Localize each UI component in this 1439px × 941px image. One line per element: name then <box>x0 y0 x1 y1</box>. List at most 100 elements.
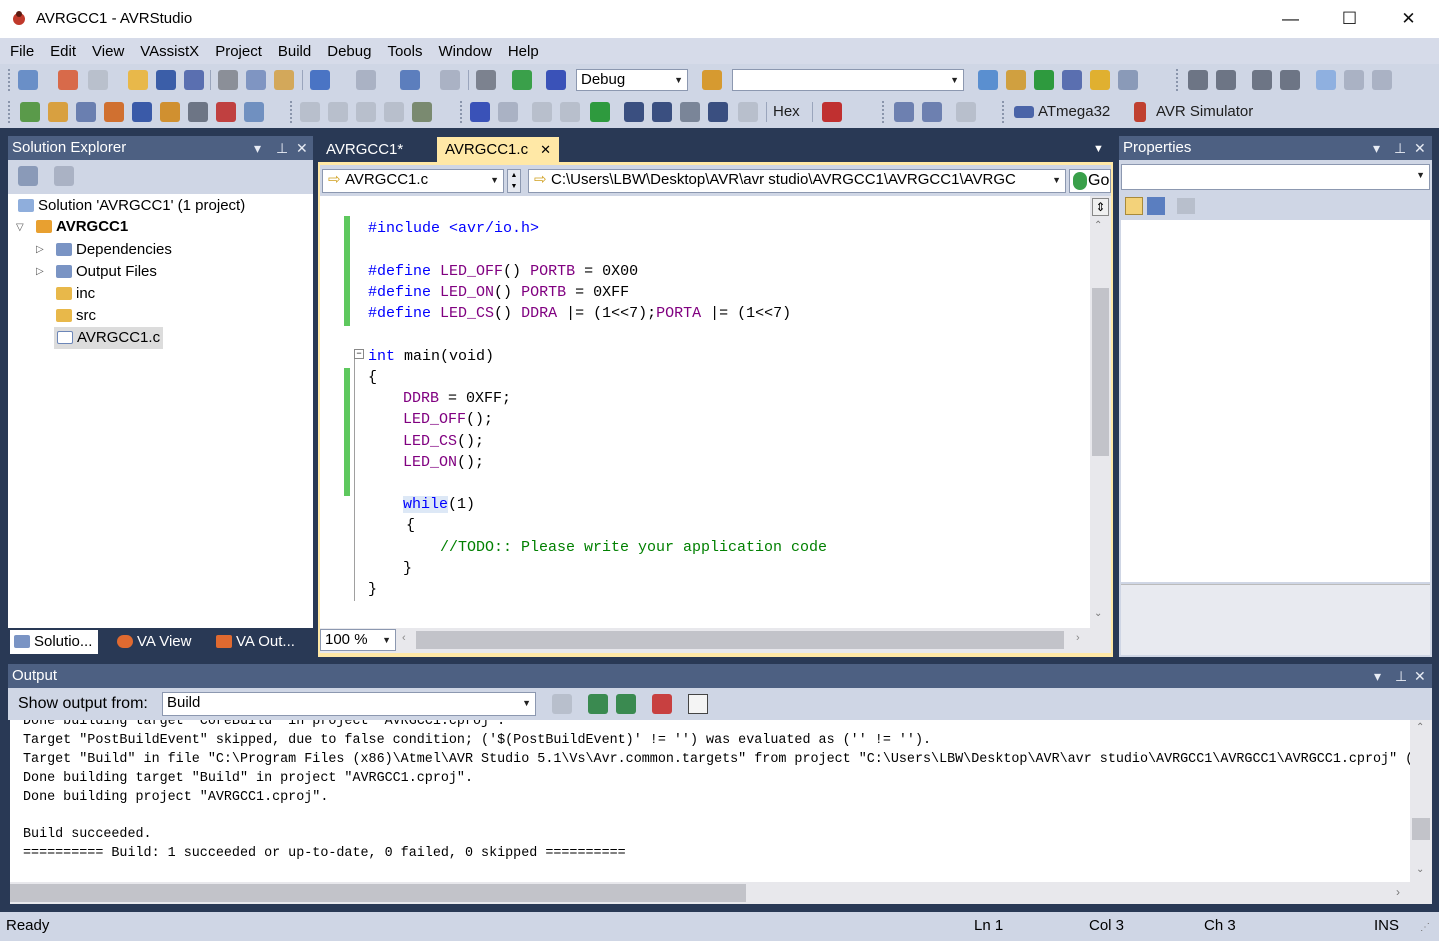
build-icon[interactable] <box>476 70 496 90</box>
dropdown-icon[interactable]: ▾ <box>1374 664 1381 688</box>
scroll-down-icon[interactable]: ⌄ <box>1094 608 1102 619</box>
restart-icon[interactable] <box>532 102 552 122</box>
properties-object-select[interactable]: ▼ <box>1121 164 1430 190</box>
close-icon[interactable]: ✕ <box>296 136 308 160</box>
close-icon[interactable]: ✕ <box>1414 664 1426 688</box>
menu-tools[interactable]: Tools <box>379 43 430 60</box>
close-window-button[interactable]: ✕ <box>1379 0 1438 38</box>
processor-view-icon[interactable] <box>894 102 914 122</box>
tool-icon[interactable] <box>104 102 124 122</box>
output-text[interactable]: Done building target "CoreBuild" in proj… <box>10 720 1410 882</box>
spell-check-icon[interactable] <box>216 102 236 122</box>
prev-message-icon[interactable] <box>588 694 608 714</box>
settings-icon[interactable] <box>76 102 96 122</box>
collapse-icon[interactable]: − <box>354 349 364 359</box>
tree-item-inc[interactable]: inc <box>56 283 95 305</box>
output-horizontal-scrollbar[interactable]: › <box>10 882 1432 904</box>
toolbar-grip[interactable] <box>1176 69 1180 91</box>
menu-project[interactable]: Project <box>207 43 270 60</box>
zoom-select[interactable]: 100 % ▼ <box>320 629 396 651</box>
expanded-arrow-icon[interactable]: ▽ <box>16 222 24 233</box>
alphabetical-icon[interactable] <box>1147 197 1165 215</box>
bookmark-icon[interactable] <box>1316 70 1336 90</box>
active-files-dropdown-icon[interactable]: ▼ <box>1093 143 1104 155</box>
menu-vassistx[interactable]: VAssistX <box>132 43 207 60</box>
uncomment-icon[interactable] <box>1280 70 1300 90</box>
scroll-up-icon[interactable]: ⌃ <box>1094 220 1102 231</box>
open-icon[interactable] <box>48 102 68 122</box>
go-button[interactable]: Go <box>1069 169 1111 193</box>
pin-icon[interactable]: ⊥ <box>1394 136 1406 160</box>
step-icon[interactable] <box>546 70 566 90</box>
minimize-button[interactable]: — <box>1261 0 1320 38</box>
start-debugging-icon[interactable] <box>512 70 532 90</box>
breakpoint-icon[interactable] <box>822 102 842 122</box>
navigate-forward-icon[interactable] <box>440 70 460 90</box>
comment-icon[interactable] <box>1252 70 1272 90</box>
tree-item-dependencies[interactable]: Dependencies <box>56 239 172 261</box>
collapsed-arrow-icon[interactable]: ▷ <box>36 244 44 255</box>
tab-va-outline[interactable]: VA Out... <box>212 630 301 654</box>
horizontal-scrollbar-thumb[interactable] <box>416 631 1064 649</box>
add-item-icon[interactable] <box>58 70 78 90</box>
list-icon[interactable] <box>244 102 264 122</box>
maximize-button[interactable]: ☐ <box>1320 0 1379 38</box>
save-icon[interactable] <box>156 70 176 90</box>
extension-icon[interactable] <box>1090 70 1110 90</box>
word-wrap-icon[interactable] <box>688 694 708 714</box>
paste-icon[interactable] <box>274 70 294 90</box>
menu-edit[interactable]: Edit <box>42 43 84 60</box>
step-into-icon[interactable] <box>624 102 644 122</box>
navigate-icon[interactable] <box>188 102 208 122</box>
find-combo[interactable]: ▼ <box>732 69 964 91</box>
redo-icon[interactable] <box>356 70 376 90</box>
close-tab-icon[interactable]: ✕ <box>540 137 551 162</box>
resize-grip-icon[interactable]: ⋰ <box>1420 922 1430 933</box>
tab-solution-explorer[interactable]: Solutio... <box>10 630 99 654</box>
doc-tab-avrgcc1-project[interactable]: AVRGCC1* <box>318 137 411 162</box>
show-all-files-icon[interactable] <box>54 166 74 186</box>
toolbar-grip[interactable] <box>460 101 464 123</box>
indent-icon[interactable] <box>1188 70 1208 90</box>
dropdown-icon[interactable]: ▾ <box>1373 136 1380 160</box>
menu-build[interactable]: Build <box>270 43 319 60</box>
dropdown-icon[interactable]: ▾ <box>254 136 261 160</box>
toolbar-grip[interactable] <box>882 101 886 123</box>
toolbar-grip[interactable] <box>8 69 12 91</box>
go-to-line-icon[interactable] <box>552 694 572 714</box>
next-message-icon[interactable] <box>616 694 636 714</box>
device-programming-icon[interactable] <box>20 102 40 122</box>
file-scope-select[interactable]: ⇨ AVRGCC1.c ▼ <box>322 169 504 193</box>
scroll-left-icon[interactable]: ‹ <box>402 632 406 644</box>
continue-icon[interactable] <box>590 102 610 122</box>
editor-vertical-scrollbar[interactable]: ⇕ ⌃ ⌄ <box>1090 196 1111 628</box>
show-next-icon[interactable] <box>738 102 758 122</box>
cut-icon[interactable] <box>218 70 238 90</box>
outdent-icon[interactable] <box>1216 70 1236 90</box>
device-label[interactable]: ATmega32 <box>1038 103 1110 120</box>
menu-view[interactable]: View <box>84 43 132 60</box>
step-over-icon[interactable] <box>652 102 672 122</box>
menu-file[interactable]: File <box>2 43 42 60</box>
find-in-files-icon[interactable] <box>702 70 722 90</box>
toolbar-grip[interactable] <box>8 101 12 123</box>
new-project-icon[interactable] <box>18 70 38 90</box>
toolbar-grip[interactable] <box>1002 101 1006 123</box>
symbol-icon[interactable] <box>132 102 152 122</box>
output-vertical-scrollbar[interactable]: ⌃ ⌄ <box>1410 720 1432 882</box>
menu-window[interactable]: Window <box>430 43 499 60</box>
pause-icon[interactable] <box>560 102 580 122</box>
scrollbar-thumb[interactable] <box>1092 288 1109 456</box>
hex-toggle[interactable]: Hex <box>773 103 800 120</box>
path-select[interactable]: ⇨ C:\Users\LBW\Desktop\AVR\avr studio\AV… <box>528 169 1066 193</box>
scroll-right-icon[interactable]: › <box>1076 632 1080 644</box>
horizontal-scrollbar-thumb[interactable] <box>10 884 746 902</box>
object-browser-icon[interactable] <box>1034 70 1054 90</box>
scroll-up-icon[interactable]: ⌃ <box>1416 722 1424 733</box>
solution-node[interactable]: Solution 'AVRGCC1' (1 project) <box>18 195 245 217</box>
output-source-select[interactable]: Build ▼ <box>162 692 536 716</box>
scroll-down-icon[interactable]: ⌄ <box>1416 864 1424 875</box>
configuration-select[interactable]: Debug ▼ <box>576 69 688 91</box>
toolbox-icon[interactable] <box>1062 70 1082 90</box>
scroll-right-icon[interactable]: › <box>1396 885 1400 899</box>
